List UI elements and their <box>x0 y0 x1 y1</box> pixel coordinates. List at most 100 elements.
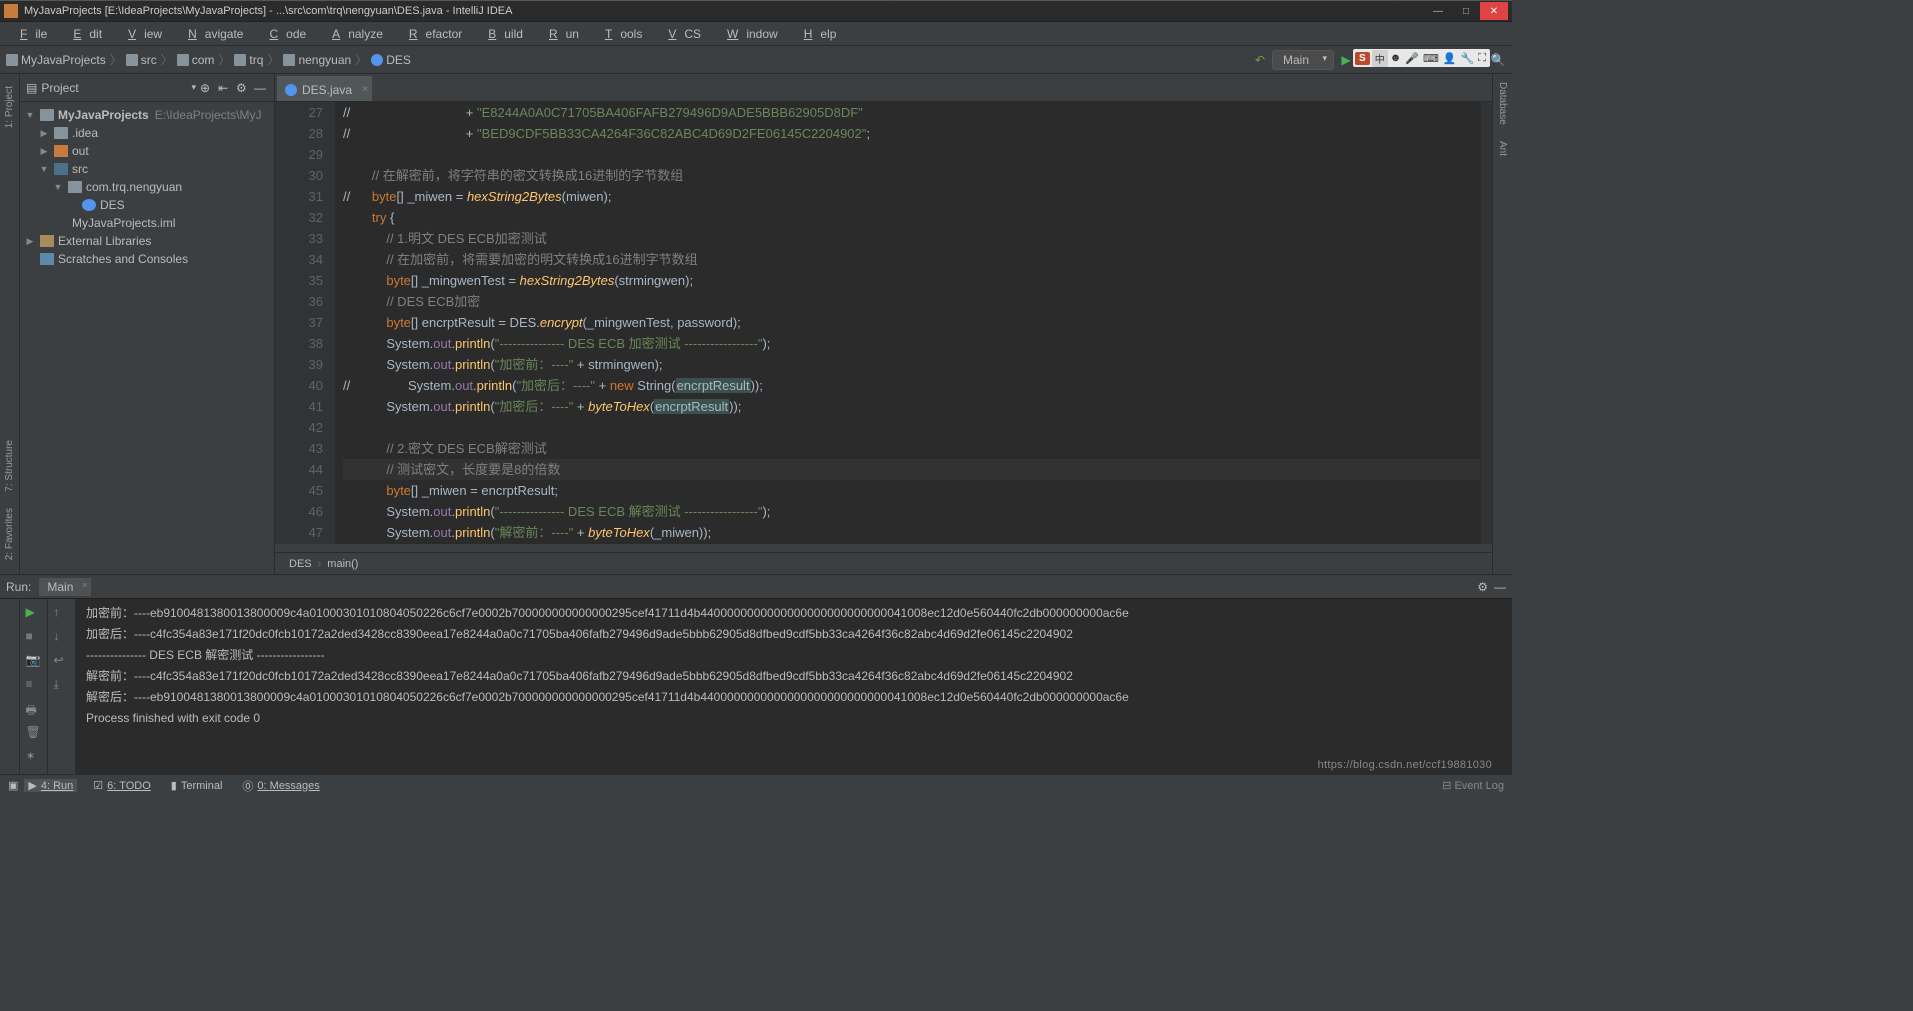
nav-back-icon[interactable]: ↶ <box>1252 52 1268 68</box>
tree-item-com-trq-nengyuan[interactable]: ▼com.trq.nengyuan <box>20 178 274 196</box>
class-icon <box>371 54 383 66</box>
menu-bar: FileEditViewNavigateCodeAnalyzeRefactorB… <box>0 22 1512 46</box>
event-log[interactable]: ⊟ Event Log <box>1442 779 1504 792</box>
menu-file[interactable]: File <box>4 25 55 43</box>
code-editor[interactable]: 2728293031323334353637383940414243444546… <box>275 102 1492 544</box>
target-icon[interactable]: ⊕ <box>200 81 214 95</box>
search-icon[interactable]: 🔍 <box>1490 52 1506 68</box>
marker-strip[interactable] <box>1480 102 1492 544</box>
chevron-down-icon[interactable]: ▾ <box>191 82 196 93</box>
pkg-icon <box>68 181 82 193</box>
breadcrumb-des[interactable]: DES <box>371 53 411 67</box>
tree-scratches[interactable]: Scratches and Consoles <box>20 250 274 268</box>
side-tab-favorites[interactable]: 2: Favorites <box>2 500 17 568</box>
breadcrumb: MyJavaProjects〉src〉com〉trq〉nengyuan〉DES <box>6 51 411 68</box>
side-tab-project[interactable]: 1: Project <box>2 78 17 136</box>
layout-icon[interactable]: ≡ <box>26 677 42 693</box>
close-button[interactable]: ✕ <box>1480 2 1508 20</box>
rerun-icon[interactable]: ▶ <box>26 605 42 621</box>
tree-external-libraries[interactable]: ▶ External Libraries <box>20 232 274 250</box>
breadcrumb-nengyuan[interactable]: nengyuan <box>283 53 351 67</box>
scroll-end-icon[interactable]: ⤓ <box>54 677 70 693</box>
sb-terminal[interactable]: ▮Terminal <box>167 779 227 792</box>
side-tab-structure[interactable]: 7: Structure <box>2 432 17 500</box>
folder-b-icon <box>54 163 68 175</box>
menu-tools[interactable]: Tools <box>589 25 650 43</box>
window-title: MyJavaProjects [E:\IdeaProjects\MyJavaPr… <box>24 5 1424 17</box>
menu-code[interactable]: Code <box>253 25 314 43</box>
delete-icon[interactable]: 🗑 <box>26 725 42 741</box>
editor-breadcrumb: DES › main() <box>275 552 1492 574</box>
close-run-tab-icon[interactable]: × <box>82 580 87 590</box>
menu-build[interactable]: Build <box>472 25 531 43</box>
tool-windows-icon[interactable]: ▣ <box>8 779 18 792</box>
folder-icon <box>234 54 246 66</box>
breadcrumb-myjavaprojects[interactable]: MyJavaProjects <box>6 53 106 67</box>
run-icon[interactable]: ▶ <box>1338 52 1354 68</box>
editor-tab-des[interactable]: DES.java × <box>277 76 372 101</box>
tree-item--idea[interactable]: ▶.idea <box>20 124 274 142</box>
menu-help[interactable]: Help <box>788 25 845 43</box>
down-icon[interactable]: ↓ <box>54 629 70 645</box>
class-icon <box>285 84 297 96</box>
close-tab-icon[interactable]: × <box>362 84 368 95</box>
run-hide-icon[interactable]: — <box>1494 580 1506 594</box>
messages-icon: ⓪ <box>242 778 253 794</box>
breadcrumb-com[interactable]: com <box>177 53 215 67</box>
toolbar: MyJavaProjects〉src〉com〉trq〉nengyuan〉DES … <box>0 46 1512 74</box>
stop-run-icon[interactable]: ■ <box>26 629 42 645</box>
minimize-button[interactable]: — <box>1424 2 1452 20</box>
sb-todo[interactable]: ☑6: TODO <box>89 779 154 792</box>
maximize-button[interactable]: □ <box>1452 2 1480 20</box>
ime-indicator[interactable]: S 中 ☻🎤⌨👤🔧⛶ <box>1353 49 1490 67</box>
tree-item-des[interactable]: DES <box>20 196 274 214</box>
folder-icon <box>54 127 68 139</box>
status-bar: ▣ ▶4: Run ☑6: TODO ▮Terminal ⓪0: Message… <box>0 774 1512 796</box>
editor-tab-bar: DES.java × <box>275 74 1492 102</box>
sb-messages[interactable]: ⓪0: Messages <box>238 778 323 794</box>
run-toolbar: ▶ ■ 📷 ≡ 🖶 🗑 ✶ <box>20 599 48 774</box>
print-icon[interactable]: 🖶 <box>26 701 42 717</box>
sb-run[interactable]: ▶4: Run <box>24 779 77 792</box>
menu-analyze[interactable]: Analyze <box>316 25 391 43</box>
editor-crumb-method[interactable]: main() <box>327 558 358 570</box>
side-tab-ant[interactable]: Ant <box>1495 133 1510 164</box>
console-output[interactable]: 加密前：----eb9100481380013800009c4a01000301… <box>76 599 1512 774</box>
dump-icon[interactable]: 📷 <box>26 653 42 669</box>
gear-icon[interactable]: ⚙ <box>236 81 250 95</box>
code-content[interactable]: // + "E8244A0A0C71705BA406FAFB279496D9AD… <box>335 102 1480 544</box>
up-icon[interactable]: ↑ <box>54 605 70 621</box>
menu-view[interactable]: View <box>112 25 170 43</box>
hide-icon[interactable]: — <box>254 81 268 95</box>
menu-refactor[interactable]: Refactor <box>393 25 470 43</box>
project-tree: ▼ MyJavaProjects E:\IdeaProjects\MyJ ▶.i… <box>20 102 274 272</box>
editor-h-scrollbar[interactable] <box>275 544 1492 552</box>
tree-root[interactable]: ▼ MyJavaProjects E:\IdeaProjects\MyJ <box>20 106 274 124</box>
tree-item-myjavaprojects-iml[interactable]: MyJavaProjects.iml <box>20 214 274 232</box>
run-gear-icon[interactable]: ⚙ <box>1477 580 1488 594</box>
help-icon[interactable]: ✶ <box>26 749 42 765</box>
folder-icon <box>283 54 295 66</box>
project-panel-header: ▤ Project ▾ ⊕ ⇤ ⚙ — <box>20 74 274 102</box>
run-left-strip <box>0 599 20 774</box>
menu-edit[interactable]: Edit <box>57 25 110 43</box>
breadcrumb-src[interactable]: src <box>126 53 157 67</box>
collapse-icon[interactable]: ⇤ <box>218 81 232 95</box>
file-icon <box>54 217 68 229</box>
run-config-dropdown[interactable]: Main <box>1272 50 1334 70</box>
terminal-icon: ▮ <box>171 779 177 792</box>
side-tab-database[interactable]: Database <box>1495 74 1510 133</box>
editor-crumb-class[interactable]: DES <box>289 558 312 570</box>
menu-run[interactable]: Run <box>533 25 587 43</box>
tree-item-src[interactable]: ▼src <box>20 160 274 178</box>
menu-navigate[interactable]: Navigate <box>172 25 251 43</box>
todo-icon: ☑ <box>93 779 103 792</box>
menu-vcs[interactable]: VCS <box>652 25 709 43</box>
tree-item-out[interactable]: ▶out <box>20 142 274 160</box>
breadcrumb-trq[interactable]: trq <box>234 53 263 67</box>
wrap-icon[interactable]: ↩ <box>54 653 70 669</box>
folder-o-icon <box>54 145 68 157</box>
editor-tab-label: DES.java <box>302 83 352 97</box>
run-tab-main[interactable]: Main × <box>39 578 91 596</box>
menu-window[interactable]: Window <box>711 25 786 43</box>
